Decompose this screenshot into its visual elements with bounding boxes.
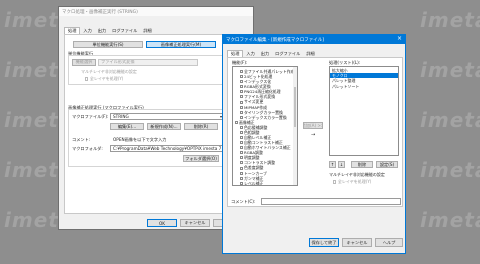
process-order-list[interactable]: 拡大縮小 モノクロ パレット整理 パレットソート xyxy=(329,66,399,156)
checkbox-icon xyxy=(85,77,89,81)
tree-expander-icon[interactable] xyxy=(235,120,238,124)
tree-expander-icon[interactable] xyxy=(240,110,243,114)
function-tree-rows: 全ファイル共通パレット作成 24ビット化処理 インデックス化 RGBA形式変換 PNG2… xyxy=(233,67,297,186)
macro-file-value: STRING xyxy=(113,113,129,119)
multilayer-check-label: マルチレイヤ非対応機能の設定 xyxy=(81,69,137,74)
all-layers-check-label: 全レイヤを処理(Y) xyxy=(89,76,124,81)
comment-input[interactable] xyxy=(261,198,401,205)
save-and-exit-button[interactable]: 保存して終了 xyxy=(309,238,339,247)
move-up-button[interactable]: ↑ xyxy=(329,161,336,168)
tree-expander-icon[interactable] xyxy=(240,136,243,140)
watermark-text: imeta xyxy=(420,158,480,182)
macro-file-select[interactable]: STRING ▾ xyxy=(110,113,224,120)
func-field[interactable]: ファイル形式変換 xyxy=(98,59,198,66)
tree-expander-icon[interactable] xyxy=(240,141,243,145)
checkbox-icon xyxy=(333,180,337,184)
macro-edit-dialog: マクロファイル編集 - [新規作成マクロファイル] × 処理 入力 出力 ログフ… xyxy=(222,34,406,254)
tree-expander-icon[interactable] xyxy=(240,166,243,170)
edit-dialog-tabs: 処理 入力 出力 ログファイル 詳細 xyxy=(227,50,318,57)
all-layers-check[interactable]: 全レイヤを処理(Y) xyxy=(333,179,371,185)
tree-expander-icon[interactable] xyxy=(240,156,243,160)
tree-expander-icon[interactable] xyxy=(240,95,243,99)
all-layers-check[interactable]: 全レイヤを処理(Y) xyxy=(85,76,123,82)
tree-expander-icon[interactable] xyxy=(240,75,243,79)
watermark-text: imeta xyxy=(420,108,480,132)
watermark-text: imeta xyxy=(420,208,480,232)
tree-expander-icon[interactable] xyxy=(240,151,243,155)
tree-expander-icon[interactable] xyxy=(240,171,243,175)
tree-scrollbar[interactable] xyxy=(293,67,297,185)
multilayer-check[interactable]: マルチレイヤ非対応機能の設定 xyxy=(81,69,137,75)
multilayer-check[interactable]: マルチレイヤ非対応機能の設定 xyxy=(329,172,385,178)
move-down-button[interactable]: ↓ xyxy=(338,161,345,168)
delete-macro-button[interactable]: 削除(R) xyxy=(184,123,218,130)
tree-expander-icon[interactable] xyxy=(240,115,243,119)
dialog-titlebar: マクロ処理・画像補正実行 (STRING) xyxy=(59,7,253,16)
function-tree[interactable]: 全ファイル共通パレット作成 24ビット化処理 インデックス化 RGBA形式変換 PNG2… xyxy=(232,66,298,186)
tree-expander-icon[interactable] xyxy=(240,146,243,150)
tree-scroll-thumb[interactable] xyxy=(294,87,296,127)
add-function-button[interactable]: 追加(A) >> xyxy=(303,122,323,129)
tree-expander-icon[interactable] xyxy=(240,70,243,74)
tree-expander-icon[interactable] xyxy=(240,90,243,94)
tree-expander-icon[interactable] xyxy=(240,105,243,109)
tree-expander-icon[interactable] xyxy=(240,100,243,104)
close-icon[interactable]: × xyxy=(397,36,402,42)
list-item[interactable]: パレットソート xyxy=(330,84,398,89)
item-settings-button[interactable]: 設定(S) xyxy=(376,161,398,168)
new-macro-button[interactable]: 新規作成(N)... xyxy=(147,123,181,130)
delete-item-button[interactable]: 削除 xyxy=(351,161,373,168)
tree-expander-icon[interactable] xyxy=(240,125,243,129)
tree-expander-icon[interactable] xyxy=(240,176,243,180)
tree-item[interactable]: レベル補正 xyxy=(233,180,292,186)
macro-file-label: マクロファイル(F): xyxy=(72,114,109,119)
arrow-icon: → xyxy=(311,132,316,138)
comment-value: OPEN画像を以下で文字入力 xyxy=(113,137,167,142)
tree-expander-icon[interactable] xyxy=(240,130,243,134)
macro-folder-field[interactable]: C:¥ProgramData¥Web Technology¥OPTPiX ime… xyxy=(110,145,224,152)
comment-label: コメント: xyxy=(72,137,91,142)
cancel-button[interactable]: キャンセル xyxy=(342,238,372,247)
edit-dialog-title: マクロファイル編集 - [新規作成マクロファイル] xyxy=(226,37,324,43)
tree-expander-icon[interactable] xyxy=(240,80,243,84)
help-button[interactable]: ヘルプ xyxy=(375,238,403,247)
tab-process[interactable]: 処理 xyxy=(227,50,244,57)
tree-expander-icon[interactable] xyxy=(240,161,243,165)
process-order-rows: 拡大縮小 モノクロ パレット整理 パレットソート xyxy=(330,67,398,89)
edit-dialog-titlebar: マクロファイル編集 - [新規作成マクロファイル] × xyxy=(223,35,405,44)
all-layers-check-label: 全レイヤを処理(Y) xyxy=(337,179,372,184)
tree-expander-icon[interactable] xyxy=(240,85,243,89)
tree-item-label: レベル補正 xyxy=(244,180,264,186)
multilayer-check-label: マルチレイヤ非対応機能の設定 xyxy=(329,172,385,177)
macro-mode-button[interactable]: 画像補正処理実行(M) xyxy=(146,41,216,48)
func-select-button[interactable]: 機能選択 xyxy=(72,59,96,66)
watermark-text: imeta xyxy=(420,58,480,82)
edit-button[interactable]: 編集(E)... xyxy=(110,123,144,130)
dialog-title: マクロ処理・画像補正実行 (STRING) xyxy=(62,9,138,15)
tab-process[interactable]: 処理 xyxy=(64,27,81,34)
ok-button[interactable]: OK xyxy=(147,219,177,227)
dialog-tabs: 処理 入力 出力 ログファイル 詳細 xyxy=(64,27,155,34)
tree-expander-icon[interactable] xyxy=(240,181,243,185)
comment-label: コメント(C): xyxy=(231,199,256,204)
single-function-mode-button[interactable]: 単位機能実行(S) xyxy=(73,41,143,48)
folder-select-button[interactable]: フォルダ選択(O) xyxy=(183,155,219,162)
watermark-text: imeta xyxy=(420,8,480,32)
cancel-button[interactable]: キャンセル xyxy=(180,219,210,227)
macro-folder-label: マクロフォルダ: xyxy=(72,146,103,151)
